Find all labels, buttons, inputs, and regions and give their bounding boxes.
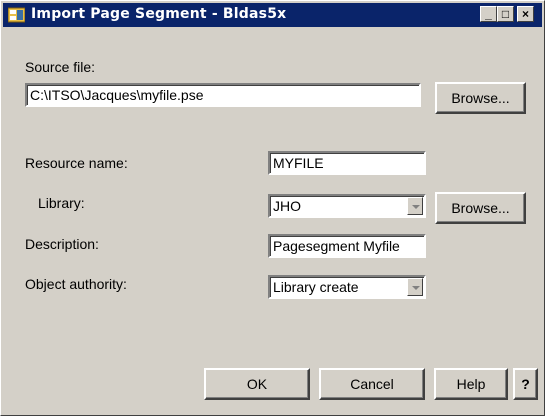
source-file-field[interactable]: C:\ITSO\Jacques\myfile.pse — [25, 83, 421, 107]
import-page-segment-dialog: Import Page Segment - Bldas5x _ □ × Sour… — [0, 0, 545, 416]
source-browse-button[interactable]: Browse... — [435, 82, 526, 114]
app-icon — [7, 7, 26, 23]
maximize-button[interactable]: □ — [497, 6, 514, 22]
library-label: Library: — [38, 195, 85, 211]
whats-this-button[interactable]: ? — [513, 368, 538, 400]
resource-name-field[interactable]: MYFILE — [268, 151, 426, 175]
object-authority-value: Library create — [273, 279, 359, 295]
description-label: Description: — [25, 236, 99, 252]
minimize-icon: _ — [485, 7, 492, 21]
chevron-down-icon[interactable] — [407, 278, 423, 296]
maximize-icon: □ — [501, 7, 510, 21]
chevron-down-icon[interactable] — [407, 197, 423, 215]
close-icon: × — [521, 7, 529, 21]
resource-name-label: Resource name: — [25, 155, 128, 171]
object-authority-label: Object authority: — [25, 276, 127, 292]
description-field[interactable]: Pagesegment Myfile — [268, 234, 426, 258]
title-bar[interactable]: Import Page Segment - Bldas5x _ □ × — [3, 3, 542, 27]
help-button[interactable]: Help — [434, 368, 508, 400]
window-title: Import Page Segment - Bldas5x — [31, 6, 287, 22]
ok-button[interactable]: OK — [204, 368, 310, 400]
close-button[interactable]: × — [517, 6, 534, 22]
library-value: JHO — [273, 198, 301, 214]
source-file-label: Source file: — [25, 59, 96, 75]
object-authority-combo[interactable]: Library create — [268, 275, 426, 299]
library-browse-button[interactable]: Browse... — [435, 192, 526, 224]
cancel-button[interactable]: Cancel — [319, 368, 425, 400]
library-combo[interactable]: JHO — [268, 194, 426, 218]
minimize-button[interactable]: _ — [480, 6, 497, 22]
